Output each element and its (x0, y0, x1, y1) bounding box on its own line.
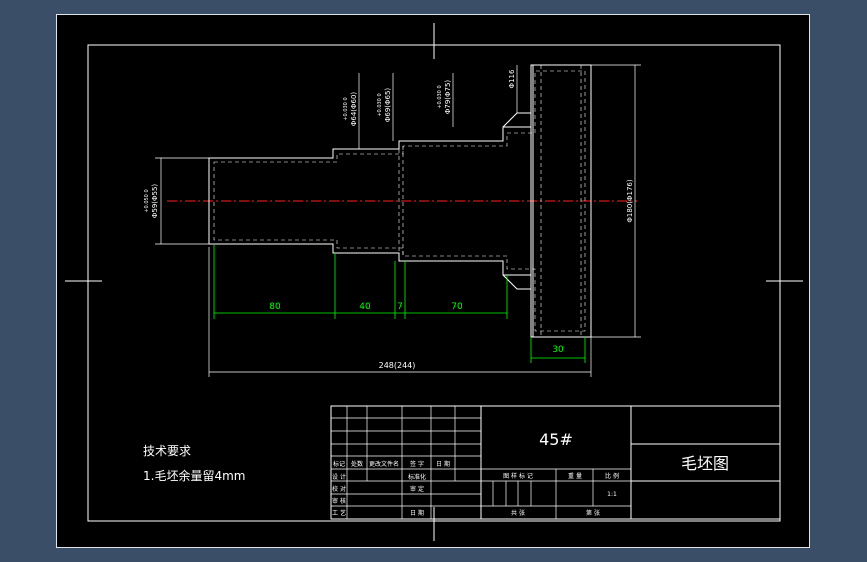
tech-req-title: 技术要求 (143, 444, 191, 458)
tb-sheets-total: 共 张 (511, 509, 525, 517)
tb-material: 45# (539, 430, 573, 449)
tb-r-check: 校 对 (332, 485, 346, 493)
dim-d4-tol: +0.030 0 (437, 85, 443, 108)
tb-h-scale: 比 例 (605, 472, 619, 480)
tb-r-approve: 审 定 (410, 485, 424, 493)
dim-d5: Φ116 (508, 69, 516, 88)
title-block: 45# 毛坯图 标记 处数 更改文件名 签 字 日 期 设 计 标准化 校 对 … (330, 405, 781, 520)
cad-drawing: 80 40 7 70 30 248(244) Φ59(Φ55) +0.050 0… (65, 23, 803, 541)
dim-d1-tol: +0.050 0 (144, 189, 150, 212)
tb-r-process: 工 艺 (332, 509, 346, 517)
drawing-canvas: 80 40 7 70 30 248(244) Φ59(Φ55) +0.050 0… (56, 14, 810, 548)
tb-h-mark: 标记 (333, 460, 345, 468)
tb-h-sign: 签 字 (410, 460, 424, 468)
tb-h-count: 处数 (351, 460, 363, 468)
tech-req-item1: 1.毛坯余量留4mm (143, 468, 245, 483)
tb-r-design: 设 计 (332, 473, 346, 481)
dim-d1-group: Φ59(Φ55) +0.050 0 (144, 184, 159, 219)
tb-h-file: 更改文件名 (369, 460, 399, 468)
tb-drawing-name: 毛坯图 (681, 454, 729, 473)
dim-d6: Φ180(Φ176) (626, 179, 634, 222)
dim-total: 248(244) (379, 361, 416, 370)
tb-h-weight: 重 量 (568, 472, 582, 480)
dim-d2-tol: +0.030 0 (343, 97, 349, 120)
tb-r-std: 标准化 (408, 473, 426, 481)
dim-70: 70 (451, 302, 463, 312)
dim-30: 30 (552, 345, 564, 355)
tb-r-review: 审 核 (332, 497, 346, 505)
dim-d4-group: Φ79(Φ75) +0.030 0 (437, 80, 452, 115)
dim-80: 80 (269, 302, 281, 312)
tb-h-date: 日 期 (436, 460, 450, 468)
dim-d3-group: Φ69(Φ65) +0.030 0 (377, 88, 392, 123)
dim-40: 40 (359, 302, 371, 312)
tb-h-stage: 图 样 标 记 (503, 472, 533, 480)
dim-d1: Φ59(Φ55) (151, 184, 159, 219)
inner-border (87, 44, 781, 522)
tb-scale-value: 1:1 (607, 491, 617, 498)
dim-d2: Φ64(Φ60) (350, 92, 358, 127)
dim-d3-tol: +0.030 0 (377, 93, 383, 116)
tb-sheet-no: 第 张 (586, 509, 600, 517)
dim-d3: Φ69(Φ65) (384, 88, 392, 123)
tb-r-date: 日 期 (410, 509, 424, 517)
dim-d4: Φ79(Φ75) (444, 80, 452, 115)
chamfer-top (502, 112, 531, 128)
dim-d2-group: Φ64(Φ60) +0.030 0 (343, 92, 358, 127)
dim-7: 7 (397, 302, 403, 312)
